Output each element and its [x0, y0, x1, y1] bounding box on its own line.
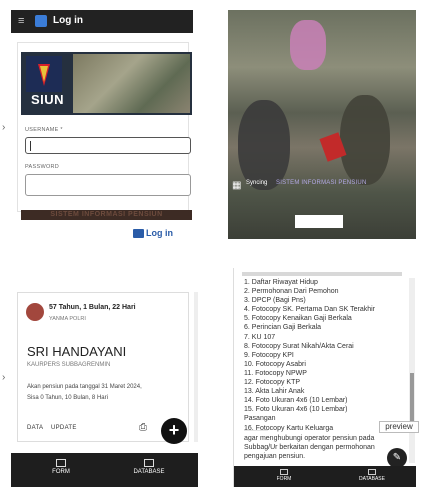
password-input[interactable]	[25, 174, 191, 196]
list-item: 1. Daftar Riwayat Hidup	[244, 279, 318, 286]
list-item: 9. Fotocopy KPI	[244, 351, 294, 359]
tab-form-label: FORM	[52, 469, 70, 475]
list-item: 6. Perincian Gaji Berkala	[244, 324, 322, 332]
tab-form[interactable]: FORM	[31, 459, 91, 475]
instruction-line: Subbag/Ur berkaitan dengan permohonan	[244, 444, 375, 451]
database-icon	[144, 459, 154, 467]
database-icon	[368, 469, 376, 475]
login-icon	[133, 228, 144, 238]
arrow-indicator: ›	[2, 372, 6, 383]
department-text: KAURPERS SUBBAGRENMIN	[27, 362, 111, 368]
bottom-nav: FORM DATABASE	[234, 466, 416, 487]
username-label: USERNAME *	[25, 127, 63, 133]
tab-database-label: DATABASE	[359, 476, 385, 482]
text-cursor	[30, 141, 31, 151]
age-text: 57 Tahun, 1 Bulan, 22 Hari	[49, 304, 136, 311]
divider: ——————	[244, 427, 268, 432]
list-item: 13. Akta Lahir Anak	[244, 388, 305, 396]
app-logo-icon	[35, 15, 47, 27]
tab-database[interactable]: DATABASE	[342, 469, 402, 482]
list-item: 7. KU 107	[244, 333, 276, 341]
add-button[interactable]: +	[161, 418, 187, 444]
documents-screen: 1. Daftar Riwayat Hidup 2. Permohonan Da…	[233, 268, 416, 487]
update-button[interactable]: UPDATE	[51, 425, 77, 431]
instruction-line: agar menghubungi operator pensiun pada	[244, 435, 375, 442]
tab-form[interactable]: FORM	[254, 469, 314, 482]
username-input[interactable]	[25, 137, 191, 154]
login-button-label: Log in	[146, 228, 173, 238]
list-item: 4. Fotocopy SK. Pertama Dan SK Terakhir	[244, 306, 375, 314]
scrollbar-thumb[interactable]	[410, 373, 414, 428]
preview-button[interactable]: preview	[379, 421, 419, 433]
banner-photo	[73, 54, 190, 113]
list-header	[242, 272, 402, 276]
tab-form-label: FORM	[276, 476, 292, 482]
sync-label: Syncing	[246, 180, 268, 186]
scrollbar[interactable]	[409, 278, 415, 463]
profile-screen: 57 Tahun, 1 Bulan, 22 Hari YANMA POLRI S…	[11, 268, 198, 487]
list-item: 14. Foto Ukuran 4x6 (10 Lembar)	[244, 397, 348, 405]
list-item: 10. Fotocopy Asabri	[244, 360, 306, 368]
tab-database[interactable]: DATABASE	[119, 459, 179, 475]
footer-strip: SISTEM INFORMASI PENSIUN	[21, 210, 192, 220]
list-item: 5. Fotocopy Kenaikan Gaji Berkala	[244, 315, 352, 323]
progress-box	[295, 215, 343, 228]
remaining-time: Sisa 0 Tahun, 10 Bulan, 8 Hari	[27, 395, 108, 401]
list-item: 2. Permohonan Dari Pemohon	[244, 288, 339, 296]
list-item: 11. Fotocopy NPWP	[244, 369, 307, 377]
print-icon[interactable]: ⎙	[139, 422, 147, 433]
app-bar: ≡ Log in	[11, 10, 193, 33]
photo-region	[340, 95, 390, 185]
list-item: 12. Fotocopy KTP	[244, 379, 301, 387]
edit-button[interactable]: ✎	[387, 448, 407, 468]
emblem-icon	[26, 56, 62, 92]
splash-screen: ▦ Syncing SISTEM INFORMASI PENSIUN	[228, 10, 416, 239]
sync-subtitle: SISTEM INFORMASI PENSIUN	[276, 180, 367, 186]
tab-database-label: DATABASE	[133, 469, 165, 475]
sync-icon: ▦	[232, 180, 242, 191]
arrow-indicator: ›	[2, 122, 6, 133]
menu-icon[interactable]: ≡	[18, 15, 24, 27]
list-item: 3. DPCP (Bagi Pns)	[244, 297, 306, 305]
form-icon	[280, 469, 288, 475]
login-banner: SIUN	[21, 52, 192, 115]
login-button[interactable]: Log in	[133, 228, 173, 238]
password-label: PASSWORD	[25, 164, 60, 170]
edit-icon: ✎	[392, 452, 402, 463]
data-button[interactable]: DATA	[27, 425, 43, 431]
login-screen: ≡ Log in SIUN USERNAME * PASSWORD SISTEM…	[11, 10, 193, 238]
form-icon	[56, 459, 66, 467]
bottom-nav: FORM DATABASE	[11, 453, 198, 487]
app-name: SIUN	[31, 92, 65, 107]
document-list: 1. Daftar Riwayat Hidup 2. Permohonan Da…	[244, 278, 409, 433]
avatar	[26, 303, 44, 321]
list-item: 15. Foto Ukuran 4x6 (10 Lembar)	[244, 406, 348, 414]
instruction-line: pengajuan pensiun.	[244, 453, 306, 460]
photo-region	[290, 20, 326, 70]
retirement-note: Akan pensiun pada tanggal 31 Maret 2024,	[27, 384, 142, 390]
instruction-text: agar menghubungi operator pensiun pada S…	[244, 434, 409, 461]
photo-region	[238, 100, 290, 190]
app-bar-title: Log in	[53, 15, 83, 26]
unit-text: YANMA POLRI	[49, 316, 86, 322]
scrollbar[interactable]	[194, 292, 198, 442]
person-name: SRI HANDAYANI	[27, 344, 127, 359]
list-item: 8. Fotocopy Surat Nikah/Akta Cerai	[244, 342, 354, 350]
